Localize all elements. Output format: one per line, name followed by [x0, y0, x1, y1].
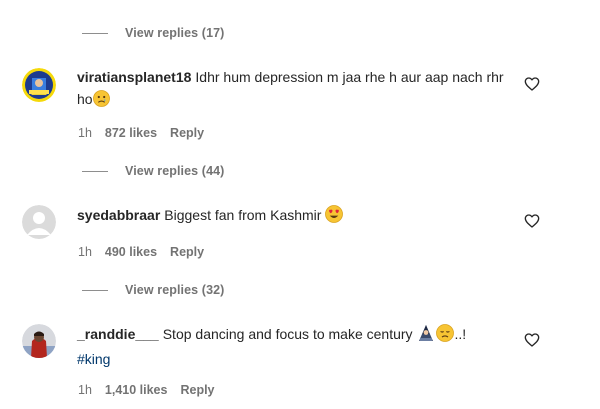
hooded-person-emoji — [416, 324, 436, 348]
comments-panel: View replies (17) viratiansplanet18 Idhr … — [0, 0, 600, 409]
reply-button[interactable]: Reply — [180, 383, 214, 397]
comment-text: Stop dancing and focus to make century — [162, 326, 413, 342]
comment-meta: 1h 490 likes Reply — [78, 245, 204, 259]
view-replies-button[interactable]: View replies (32) — [82, 280, 224, 300]
sad-face-emoji — [92, 90, 110, 113]
divider-line — [82, 170, 108, 172]
disappointed-face-emoji — [436, 324, 455, 348]
comment-body: syedabbraar Biggest fan from Kashmir — [77, 204, 507, 229]
comment-body: _randdie___ Stop dancing and focus to mak… — [77, 323, 507, 370]
comment-likes[interactable]: 490 likes — [105, 245, 157, 259]
view-replies-button[interactable]: View replies (44) — [82, 161, 224, 181]
divider-line — [82, 32, 108, 34]
view-replies-label: View replies (17) — [125, 26, 225, 40]
comment-time: 1h — [78, 383, 92, 397]
avatar[interactable] — [22, 324, 56, 358]
comment-time: 1h — [78, 126, 92, 140]
comment-meta: 1h 872 likes Reply — [78, 126, 204, 140]
comment-meta: 1h 1,410 likes Reply — [78, 383, 215, 397]
like-heart-icon[interactable] — [524, 332, 540, 348]
comment-likes[interactable]: 872 likes — [105, 126, 157, 140]
view-replies-label: View replies (44) — [125, 164, 225, 178]
comment-body: viratiansplanet18 Idhr hum depression m j… — [77, 66, 507, 113]
reply-button[interactable]: Reply — [170, 245, 204, 259]
comment-likes[interactable]: 1,410 likes — [105, 383, 168, 397]
hashtag-link[interactable]: #king — [77, 351, 110, 367]
comment-suffix: ..! — [454, 326, 467, 342]
avatar[interactable] — [22, 205, 56, 239]
divider-line — [82, 289, 108, 291]
comment-username[interactable]: syedabbraar — [77, 207, 160, 223]
comment-text: Biggest fan from Kashmir — [164, 207, 322, 223]
like-heart-icon[interactable] — [524, 76, 540, 92]
view-replies-button[interactable]: View replies (17) — [82, 23, 224, 43]
heart-eyes-emoji — [325, 205, 344, 229]
avatar[interactable] — [22, 68, 56, 102]
view-replies-label: View replies (32) — [125, 283, 225, 297]
reply-button[interactable]: Reply — [170, 126, 204, 140]
comment-username[interactable]: _randdie___ — [77, 326, 159, 342]
comment-time: 1h — [78, 245, 92, 259]
like-heart-icon[interactable] — [524, 213, 540, 229]
comment-username[interactable]: viratiansplanet18 — [77, 69, 191, 85]
